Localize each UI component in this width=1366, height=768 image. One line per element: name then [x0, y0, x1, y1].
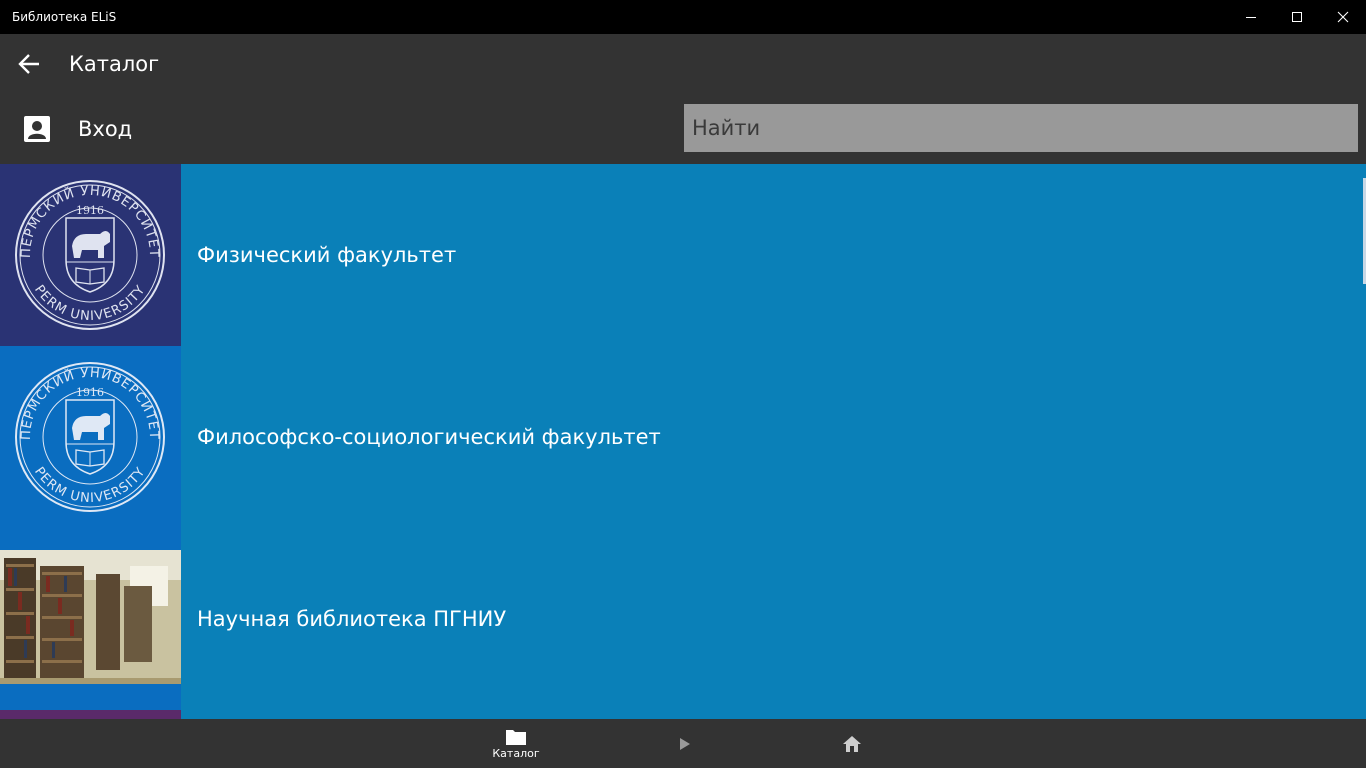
svg-text:1916: 1916	[76, 204, 104, 217]
home-icon	[843, 735, 861, 752]
library-bookshelves-photo	[0, 528, 181, 710]
catalog-item-label: Физический факультет	[197, 243, 457, 267]
nav-play-button[interactable]	[645, 719, 725, 768]
maximize-icon	[1292, 12, 1302, 22]
catalog-item-physics[interactable]: ПЕРМСКИЙ УНИВЕРСИТЕТ PERM UNIVERSITY 191…	[0, 164, 1362, 346]
user-account-icon	[24, 116, 50, 142]
page-header: Каталог	[0, 34, 1366, 94]
page-title: Каталог	[69, 52, 160, 76]
minimize-button[interactable]	[1228, 0, 1274, 34]
play-icon	[680, 737, 690, 750]
bottom-navigation: Каталог	[0, 719, 1366, 768]
close-icon	[1337, 11, 1349, 23]
back-button[interactable]	[0, 34, 58, 94]
catalog-list: ПЕРМСКИЙ УНИВЕРСИТЕТ PERM UNIVERSITY 191…	[0, 164, 1366, 719]
svg-text:1916: 1916	[76, 386, 104, 399]
window-titlebar: Библиотека ELiS	[0, 0, 1366, 34]
perm-university-seal-logo: ПЕРМСКИЙ УНИВЕРСИТЕТ PERM UNIVERSITY 191…	[0, 164, 181, 346]
minimize-icon	[1246, 17, 1256, 18]
nav-catalog-button[interactable]: Каталог	[476, 719, 556, 768]
nav-catalog-label: Каталог	[492, 746, 540, 760]
login-label: Вход	[78, 117, 133, 141]
toolbar: Вход	[0, 94, 1366, 164]
back-arrow-icon	[18, 54, 39, 74]
maximize-button[interactable]	[1274, 0, 1320, 34]
folder-icon	[506, 729, 526, 745]
svg-text:PERM UNIVERSITY: PERM UNIVERSITY	[31, 465, 149, 507]
close-button[interactable]	[1320, 0, 1366, 34]
login-button[interactable]: Вход	[22, 112, 132, 146]
svg-text:PERM UNIVERSITY: PERM UNIVERSITY	[31, 283, 149, 325]
catalog-item-philosophy-sociology[interactable]: ПЕРМСКИЙ УНИВЕРСИТЕТ PERM UNIVERSITY 191…	[0, 346, 1362, 528]
nav-home-button[interactable]	[812, 719, 892, 768]
perm-university-seal-logo: ПЕРМСКИЙ УНИВЕРСИТЕТ PERM UNIVERSITY 191…	[0, 346, 181, 528]
window-title: Библиотека ELiS	[12, 10, 117, 24]
catalog-item-thumbnail-partial	[0, 710, 181, 719]
catalog-item-label: Научная библиотека ПГНИУ	[197, 607, 507, 631]
catalog-item-library[interactable]: Научная библиотека ПГНИУ	[0, 528, 1362, 710]
search-input[interactable]	[684, 104, 1358, 152]
catalog-item-label: Философско-социологический факультет	[197, 425, 661, 449]
